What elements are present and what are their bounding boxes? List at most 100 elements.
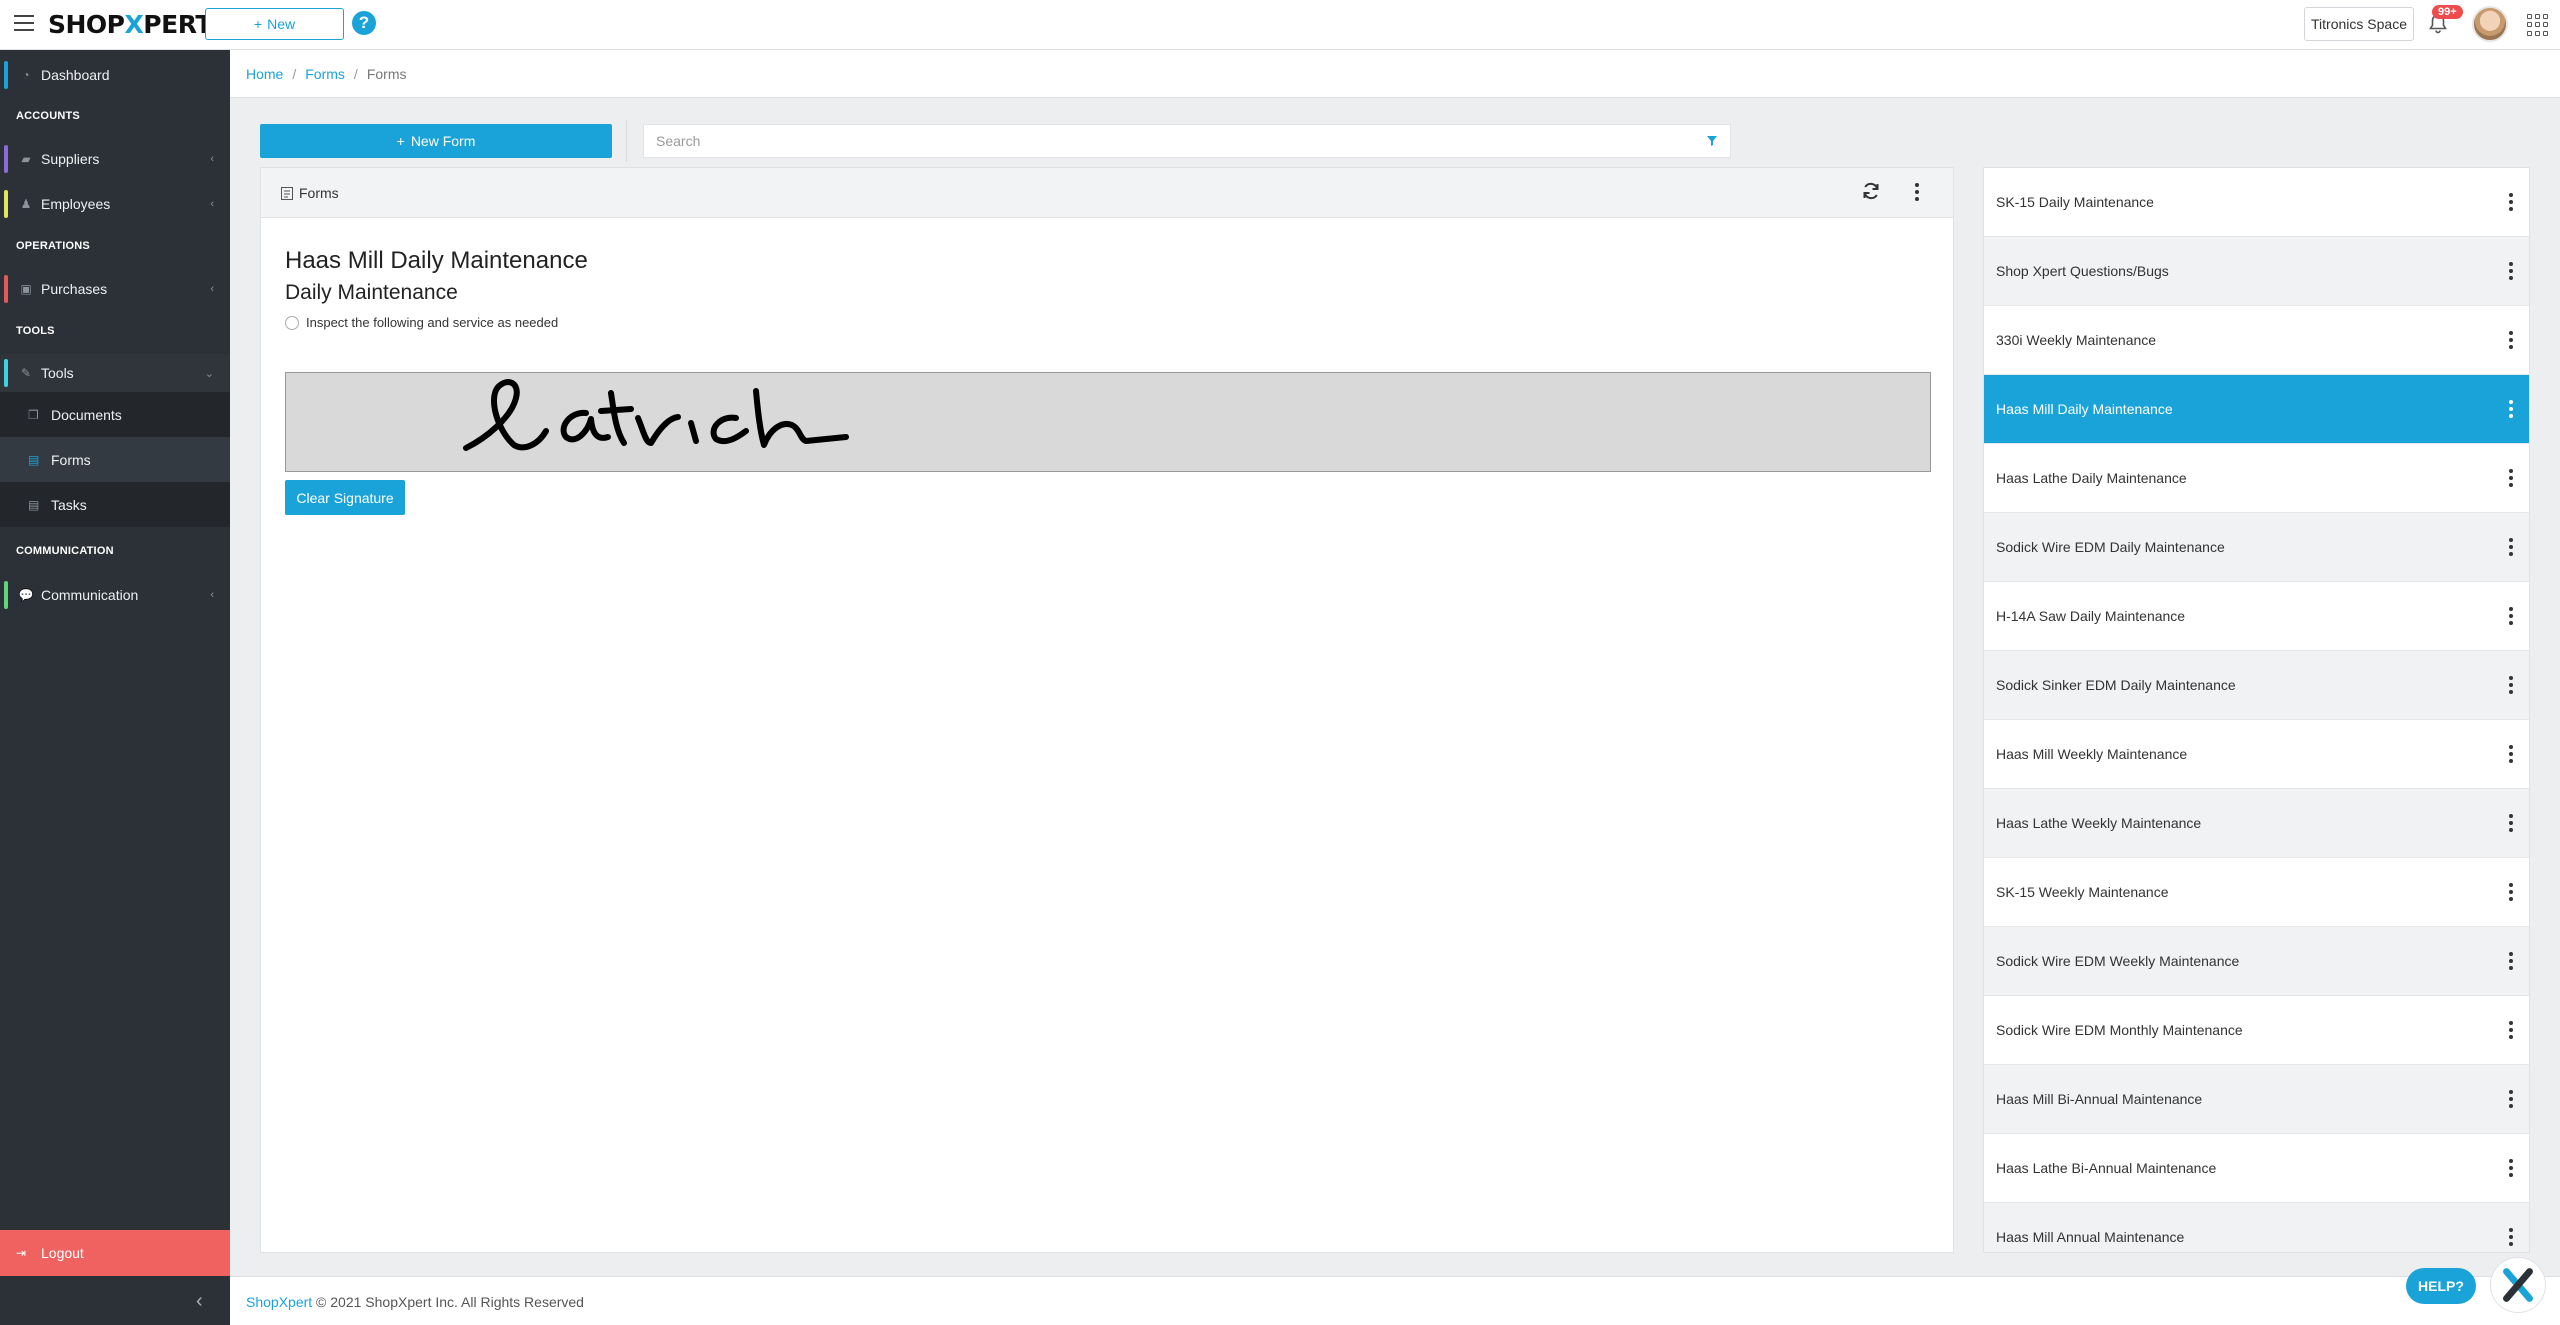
form-list-item[interactable]: Haas Lathe Daily Maintenance bbox=[1984, 444, 2529, 513]
truck-icon: ▰ bbox=[21, 152, 31, 166]
sidebar-label-tasks: Tasks bbox=[51, 496, 87, 513]
filter-icon[interactable] bbox=[1706, 135, 1718, 147]
help-question-icon[interactable]: ? bbox=[352, 11, 376, 35]
form-list-item[interactable]: Haas Mill Bi-Annual Maintenance bbox=[1984, 1065, 2529, 1134]
inspection-radio[interactable] bbox=[285, 315, 299, 330]
new-form-label: New Form bbox=[410, 133, 476, 149]
form-list-item-label: SK-15 Daily Maintenance bbox=[1996, 194, 2154, 210]
chevron-left-icon: ‹ bbox=[210, 283, 214, 295]
sidebar-subitem-forms[interactable]: ▤ Forms bbox=[0, 437, 230, 482]
footer-brand-link[interactable]: ShopXpert bbox=[246, 1294, 312, 1310]
form-item-options-icon[interactable] bbox=[2508, 400, 2514, 418]
sidebar-item-dashboard[interactable]: ◔ Dashboard bbox=[0, 56, 230, 94]
form-list-item[interactable]: Sodick Sinker EDM Daily Maintenance bbox=[1984, 651, 2529, 720]
sidebar-item-tools[interactable]: ✎ Tools ⌄ bbox=[0, 354, 230, 392]
form-item-options-icon[interactable] bbox=[2508, 538, 2514, 556]
breadcrumb-bar: Home / Forms / Forms bbox=[230, 50, 2560, 98]
clear-signature-button[interactable]: Clear Signature bbox=[285, 480, 405, 515]
form-list-item[interactable]: SK-15 Weekly Maintenance bbox=[1984, 858, 2529, 927]
form-item-options-icon[interactable] bbox=[2508, 952, 2514, 970]
person-icon: ♟ bbox=[20, 197, 32, 211]
plus-icon: + bbox=[396, 133, 405, 149]
form-list-item[interactable]: 330i Weekly Maintenance bbox=[1984, 306, 2529, 375]
notification-count-badge: 99+ bbox=[2432, 5, 2463, 19]
search-input[interactable] bbox=[656, 125, 1696, 157]
forms-icon: ▤ bbox=[28, 452, 40, 467]
sidebar-item-employees[interactable]: ♟ Employees ‹ bbox=[0, 185, 230, 223]
form-list-item[interactable]: Shop Xpert Questions/Bugs bbox=[1984, 237, 2529, 306]
form-item-options-icon[interactable] bbox=[2508, 676, 2514, 694]
form-icon bbox=[281, 186, 293, 200]
form-item-options-icon[interactable] bbox=[2508, 814, 2514, 832]
form-list-item-label: SK-15 Weekly Maintenance bbox=[1996, 884, 2169, 900]
tasks-icon: ▤ bbox=[28, 497, 40, 512]
form-list-item[interactable]: SK-15 Daily Maintenance bbox=[1984, 168, 2529, 237]
form-item-options-icon[interactable] bbox=[2508, 193, 2514, 211]
panel-header: Forms bbox=[261, 168, 1953, 218]
new-form-button[interactable]: + New Form bbox=[260, 124, 612, 158]
apps-grid-icon[interactable] bbox=[2527, 14, 2549, 36]
signature-pad[interactable] bbox=[285, 372, 1931, 472]
form-list-item[interactable]: Haas Mill Annual Maintenance bbox=[1984, 1203, 2529, 1252]
form-item-options-icon[interactable] bbox=[2508, 1021, 2514, 1039]
breadcrumb-current: Forms bbox=[366, 66, 407, 82]
refresh-icon[interactable] bbox=[1861, 181, 1881, 201]
form-panel: Forms Haas Mill Daily Maintenance Daily … bbox=[260, 167, 1954, 1253]
form-list-item[interactable]: Haas Lathe Bi-Annual Maintenance bbox=[1984, 1134, 2529, 1203]
sidebar-label-suppliers: Suppliers bbox=[41, 151, 100, 167]
form-item-options-icon[interactable] bbox=[2508, 1228, 2514, 1246]
shopxpert-x-launcher-icon[interactable] bbox=[2490, 1257, 2546, 1313]
sidebar-label-tools: Tools bbox=[41, 365, 74, 381]
form-list-item-label: Haas Mill Daily Maintenance bbox=[1996, 401, 2173, 417]
chevron-left-icon: ‹ bbox=[210, 153, 214, 165]
sidebar-subitem-tasks[interactable]: ▤ Tasks bbox=[0, 482, 230, 527]
footer-copyright: ShopXpert © 2021 ShopXpert Inc. All Righ… bbox=[246, 1294, 584, 1310]
form-list-item[interactable]: Sodick Wire EDM Monthly Maintenance bbox=[1984, 996, 2529, 1065]
form-list-item-label: Sodick Wire EDM Monthly Maintenance bbox=[1996, 1022, 2243, 1038]
sidebar-item-communication[interactable]: 💬 Communication ‹ bbox=[0, 576, 230, 614]
footer: ShopXpert © 2021 ShopXpert Inc. All Righ… bbox=[230, 1276, 2560, 1325]
form-list-item[interactable]: Haas Mill Daily Maintenance bbox=[1984, 375, 2529, 444]
new-button[interactable]: + New bbox=[205, 8, 344, 40]
logo-text-pert: PERT bbox=[143, 10, 212, 39]
form-item-options-icon[interactable] bbox=[2508, 262, 2514, 280]
form-item-options-icon[interactable] bbox=[2508, 607, 2514, 625]
breadcrumb-home-link[interactable]: Home bbox=[246, 66, 283, 82]
form-list-item[interactable]: Sodick Wire EDM Daily Maintenance bbox=[1984, 513, 2529, 582]
app-logo[interactable]: SHOPXPERT bbox=[48, 10, 212, 39]
sidebar-item-purchases[interactable]: ▣ Purchases ‹ bbox=[0, 270, 230, 308]
hamburger-menu-icon[interactable] bbox=[14, 15, 34, 33]
form-item-options-icon[interactable] bbox=[2508, 883, 2514, 901]
form-list-item-label: Sodick Wire EDM Daily Maintenance bbox=[1996, 539, 2225, 555]
form-item-options-icon[interactable] bbox=[2508, 1090, 2514, 1108]
purchases-accent-bar bbox=[4, 275, 8, 303]
sidebar-label-communication: Communication bbox=[41, 587, 139, 603]
sidebar-item-suppliers[interactable]: ▰ Suppliers ‹ bbox=[0, 140, 230, 178]
form-item-options-icon[interactable] bbox=[2508, 745, 2514, 763]
form-section-title: Daily Maintenance bbox=[285, 281, 458, 304]
panel-title-label: Forms bbox=[299, 185, 339, 201]
form-item-options-icon[interactable] bbox=[2508, 469, 2514, 487]
inspection-radio-label: Inspect the following and service as nee… bbox=[306, 315, 559, 330]
help-chat-button[interactable]: HELP? bbox=[2406, 1268, 2476, 1304]
sidebar-label-employees: Employees bbox=[41, 196, 111, 212]
workspace-selector[interactable]: Titronics Space bbox=[2304, 7, 2414, 41]
panel-more-options-icon[interactable] bbox=[1914, 183, 1920, 201]
user-avatar[interactable] bbox=[2472, 6, 2508, 42]
dashboard-accent-bar bbox=[4, 61, 8, 89]
plus-icon: + bbox=[253, 16, 263, 32]
sidebar-subitem-documents[interactable]: ❐ Documents bbox=[0, 392, 230, 437]
form-list-item[interactable]: Sodick Wire EDM Weekly Maintenance bbox=[1984, 927, 2529, 996]
sidebar-label-purchases: Purchases bbox=[41, 281, 108, 297]
form-list-item[interactable]: Haas Mill Weekly Maintenance bbox=[1984, 720, 2529, 789]
breadcrumb-forms-link[interactable]: Forms bbox=[305, 66, 345, 82]
form-list-item[interactable]: Haas Lathe Weekly Maintenance bbox=[1984, 789, 2529, 858]
documents-icon: ❐ bbox=[28, 407, 39, 422]
chevron-left-icon: ‹ bbox=[210, 198, 214, 210]
form-item-options-icon[interactable] bbox=[2508, 331, 2514, 349]
collapse-sidebar-chevron-icon[interactable]: ‹ bbox=[196, 1290, 203, 1313]
chevron-left-icon: ‹ bbox=[210, 589, 214, 601]
form-list-item[interactable]: H-14A Saw Daily Maintenance bbox=[1984, 582, 2529, 651]
form-item-options-icon[interactable] bbox=[2508, 1159, 2514, 1177]
logout-button[interactable]: ⇥ Logout bbox=[0, 1230, 230, 1276]
